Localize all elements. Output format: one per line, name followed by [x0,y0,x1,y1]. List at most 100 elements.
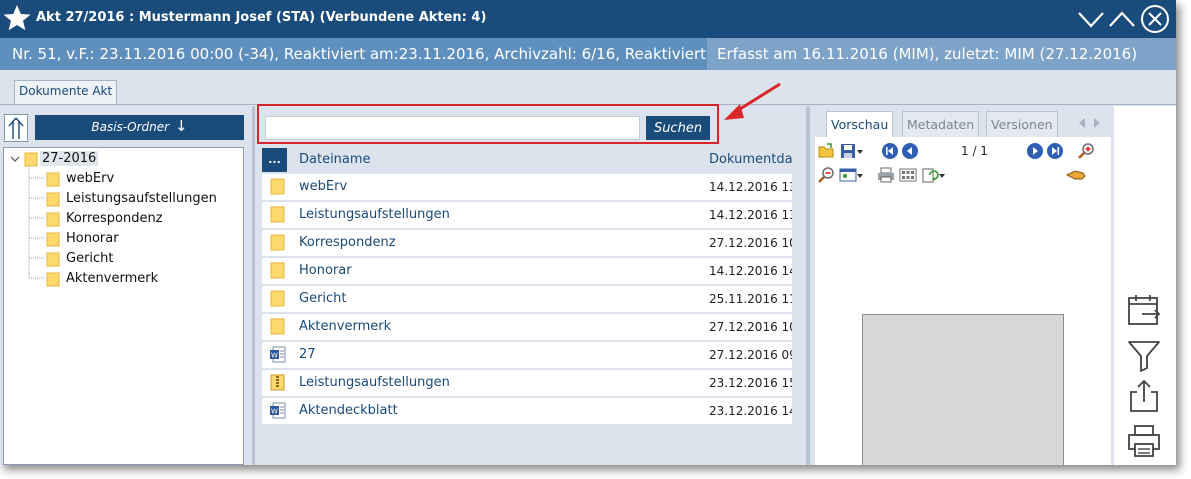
file-name: Honorar [299,263,352,278]
chevron-down-icon[interactable] [1076,4,1106,34]
svg-text:W: W [271,408,278,416]
tree-node-weberv[interactable]: webErv [46,170,236,188]
file-date: 27.12.2016 10: [709,236,792,250]
base-folder-label: Basis-Ordner [91,120,170,134]
svg-text:W: W [271,352,278,360]
folder-icon [46,212,61,227]
file-date: 14.12.2016 14: [709,264,792,278]
search-input[interactable] [265,116,640,140]
folder-icon [46,252,61,267]
folder-tree: 27-2016 webErv Leistungsaufstellungen Ko… [3,147,244,465]
previous-page-icon[interactable] [901,142,919,160]
tab-scroll-left-icon[interactable] [1077,115,1087,131]
share-icon[interactable] [1126,378,1162,414]
calendar-export-icon[interactable] [1126,292,1162,328]
column-header-name[interactable]: Dateiname [299,152,371,167]
file-date: 27.12.2016 10: [709,320,792,334]
preview-toolbar-top: 1 / 1 [815,141,1111,163]
file-row[interactable]: Honorar 14.12.2016 14: [262,258,792,284]
folder-icon [269,262,286,279]
rotate-dropdown-icon[interactable] [938,166,946,184]
tab-versions[interactable]: Versionen [986,111,1058,137]
zoom-in-icon[interactable] [1077,142,1095,160]
file-name: Gericht [299,291,347,306]
file-row[interactable]: W Aktendeckblatt 23.12.2016 14: [262,398,792,424]
tab-documents[interactable]: Dokumente Akt [14,80,118,104]
file-date: 14.12.2016 13: [709,208,792,222]
next-page-icon[interactable] [1026,142,1044,160]
folder-up-icon [8,117,24,139]
tree-node-honorar[interactable]: Honorar [46,230,236,248]
zoom-field[interactable] [960,166,1060,185]
arrow-down-icon: ↓ [175,117,188,135]
window-title: Akt 27/2016 : Mustermann Josef (STA) (Ve… [36,10,487,25]
file-date: 23.12.2016 15: [709,376,792,390]
folder-icon [269,206,286,223]
search-button[interactable]: Suchen [646,116,710,140]
document-list-panel: Suchen ... Dateiname Dokumentdatum webEr… [255,82,806,465]
tree-node-gericht[interactable]: Gericht [46,250,236,268]
app-window: Akt 27/2016 : Mustermann Josef (STA) (Ve… [0,0,1176,465]
open-file-icon[interactable] [817,142,835,160]
folder-icon [269,318,286,335]
star-icon[interactable] [2,3,32,33]
folder-up-button[interactable] [4,114,28,142]
file-row[interactable]: Aktenvermerk 27.12.2016 10: [262,314,792,340]
tab-metadata[interactable]: Metadaten [902,111,980,137]
info-bar: Nr. 51, v.F.: 23.11.2016 00:00 (-34), Re… [0,38,1176,70]
first-page-icon[interactable] [881,142,899,160]
file-name: Leistungsaufstellungen [299,207,450,222]
tree-node-label: Honorar [66,231,119,246]
zip-archive-icon [269,374,286,391]
word-document-icon: W [269,346,286,363]
close-icon[interactable] [1140,4,1170,34]
last-page-icon[interactable] [1046,142,1064,160]
view-mode-dropdown-icon[interactable] [856,166,864,184]
tree-node-label: Leistungsaufstellungen [66,191,217,206]
file-date: 14.12.2016 13: [709,180,792,194]
file-list-header: ... Dateiname Dokumentdatum [262,148,792,172]
collapse-chevron-icon[interactable] [10,154,20,164]
folder-panel: Basis-Ordner ↓ 27-2016 webErv Leistungsa… [0,106,252,465]
thumbnails-icon[interactable] [899,166,917,184]
column-menu-button[interactable]: ... [262,148,287,172]
file-row[interactable]: Korrespondenz 27.12.2016 10: [262,230,792,256]
save-icon[interactable] [839,142,857,160]
folder-icon [46,172,61,187]
rotate-page-icon[interactable] [921,166,939,184]
tab-preview[interactable]: Vorschau [826,111,894,137]
base-folder-button[interactable]: Basis-Ordner ↓ [35,115,244,140]
file-row[interactable]: Gericht 25.11.2016 11: [262,286,792,312]
print-icon[interactable] [1126,423,1162,459]
column-header-date[interactable]: Dokumentdatum [709,152,792,167]
filter-icon[interactable] [1126,338,1162,374]
file-name: Aktenvermerk [299,319,392,334]
save-dropdown-icon[interactable] [856,142,864,160]
file-row[interactable]: webErv 14.12.2016 13: [262,174,792,200]
file-row[interactable]: W 27 27.12.2016 09: [262,342,792,368]
file-info-text: Nr. 51, v.F.: 23.11.2016 00:00 (-34), Re… [12,45,744,63]
file-date: 23.12.2016 14: [709,404,792,418]
preview-body: 1 / 1 [815,137,1111,465]
file-row[interactable]: Leistungsaufstellungen 14.12.2016 13: [262,202,792,228]
print-icon[interactable] [877,166,895,184]
folder-icon [269,234,286,251]
file-row[interactable]: Leistungsaufstellungen 23.12.2016 15: [262,370,792,396]
folder-icon [46,232,61,247]
tree-node-korrespondenz[interactable]: Korrespondenz [46,210,236,228]
file-list: ... Dateiname Dokumentdatum webErv 14.12.… [262,148,792,465]
zoom-out-icon[interactable] [817,166,835,184]
view-mode-icon[interactable] [839,166,857,184]
tree-node-aktenvermerk[interactable]: Aktenvermerk [46,270,236,288]
tab-scroll-right-icon[interactable] [1092,115,1102,131]
chevron-up-icon[interactable] [1107,4,1137,34]
file-date: 27.12.2016 09: [709,348,792,362]
preview-page [862,314,1064,465]
hand-tool-icon[interactable] [1065,166,1087,184]
annotation-arrow-icon [724,82,781,120]
file-date: 25.11.2016 11: [709,292,792,306]
tree-node-label: webErv [66,171,115,186]
file-rows: webErv 14.12.2016 13: Leistungsaufstellung… [262,174,792,426]
folder-icon [269,290,286,307]
tree-node-leistungsaufstellungen[interactable]: Leistungsaufstellungen [46,190,236,208]
